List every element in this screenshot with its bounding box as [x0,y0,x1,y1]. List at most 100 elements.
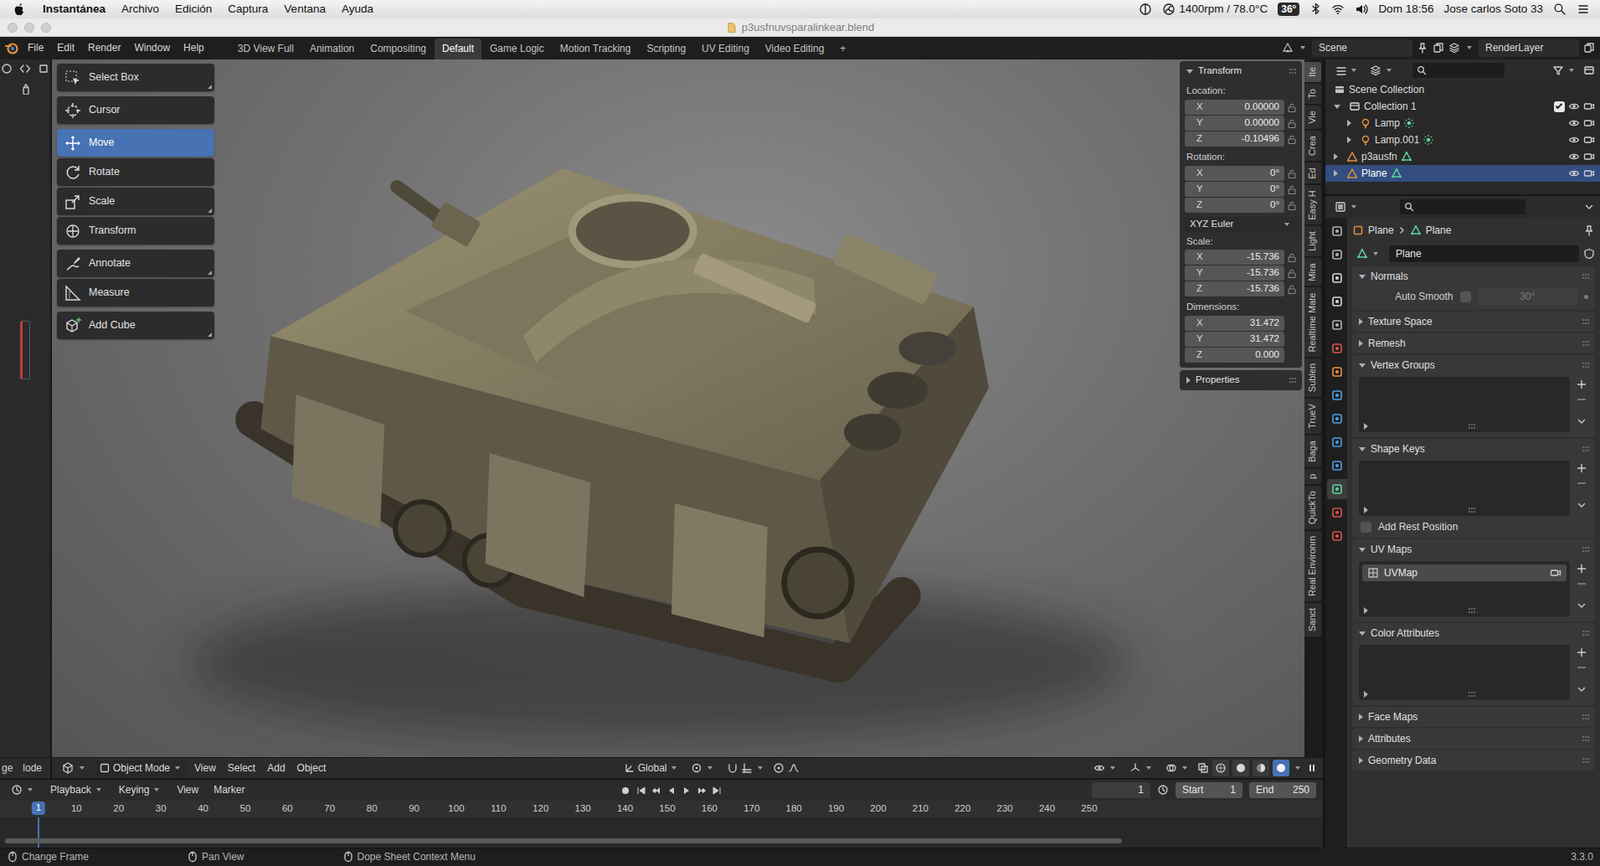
box-icon[interactable] [37,62,50,75]
dimensions-field[interactable]: Y31.472 [1184,331,1285,347]
list-box[interactable] [1358,376,1570,433]
grip-icon[interactable] [1581,756,1590,764]
user-name[interactable]: Jose carlos Soto 33 [1443,2,1544,16]
disclosure-icon[interactable] [1363,506,1369,514]
panel-header[interactable]: Shape Keys [1352,438,1595,459]
end-frame-field[interactable]: End250 [1249,781,1317,798]
start-frame-field[interactable]: Start1 [1175,781,1243,798]
light-data-icon[interactable] [1422,133,1435,146]
grip-icon[interactable] [1467,607,1477,614]
fake-user-icon[interactable] [1583,247,1595,260]
pin-icon[interactable] [1416,41,1429,54]
properties-tab[interactable] [1327,478,1348,500]
workspace-tab[interactable]: Scripting [638,38,694,60]
header-menu[interactable]: Add [262,760,289,776]
header-text[interactable]: lode [22,761,42,774]
grip-icon[interactable] [1467,506,1477,514]
keyframe-icon[interactable] [1584,294,1589,299]
rotation-mode-select[interactable]: XYZ Euler [1184,216,1297,232]
item-name[interactable]: p3ausfn [1361,150,1398,163]
dropdown-arrow-icon[interactable] [1466,46,1472,50]
panel-header[interactable]: Texture Space [1352,311,1595,332]
properties-tab[interactable] [1327,385,1348,406]
panel-header[interactable]: Color Attributes [1352,622,1595,644]
dimensions-field[interactable]: X31.472 [1184,315,1285,331]
item-name[interactable]: Scene Collection [1348,83,1425,96]
panel-header[interactable]: Normals [1352,266,1595,287]
menu-item[interactable]: Captura [227,2,268,16]
clock[interactable]: Dom 18:56 [1378,2,1434,16]
workspace-tab[interactable]: 3D View Full [230,38,302,60]
list-box[interactable] [1358,460,1570,516]
grip-icon[interactable] [1467,422,1477,430]
grip-icon[interactable] [1581,339,1590,347]
remove-icon[interactable] [1575,577,1588,590]
dropdown-arrow-icon[interactable] [707,766,713,770]
properties-tab[interactable] [1327,361,1348,382]
grip-icon[interactable] [1288,376,1297,384]
disclosure-icon[interactable] [1186,376,1191,384]
mesh-data-icon[interactable] [1390,167,1403,180]
grip-icon[interactable] [1581,361,1590,369]
outliner-row[interactable]: p3ausfn [1325,148,1600,165]
disclosure-icon[interactable] [1347,136,1352,144]
properties-tab[interactable] [1327,408,1348,429]
workspace-tab[interactable]: Motion Tracking [552,38,639,60]
menu-icon[interactable] [1575,683,1588,695]
sidebar-tab[interactable]: Real Environm [1304,530,1322,602]
more-options-icon[interactable] [207,332,212,337]
menu-icon[interactable] [1575,415,1588,428]
scale-field[interactable]: Z-15.736 [1184,281,1285,297]
workspace-tab[interactable]: Game Logic [482,38,552,60]
disclosure-icon[interactable] [1363,607,1369,614]
disclosure-icon[interactable] [1358,735,1364,742]
dropdown-arrow-icon[interactable] [79,766,85,770]
transport-button-icon[interactable] [635,784,648,797]
disclosure-icon[interactable] [1363,690,1369,698]
snap-dropdown[interactable] [722,760,770,776]
camera-icon[interactable] [1583,100,1595,113]
option-checkbox[interactable] [1360,521,1372,533]
list-box[interactable] [1358,644,1570,700]
wifi-icon[interactable] [1331,2,1345,16]
display-mode-button[interactable] [1365,62,1399,78]
rotation-field[interactable]: Z0° [1184,197,1285,213]
sidebar-tab[interactable]: Ed [1304,162,1322,184]
tool-button[interactable]: Add Cube [56,311,215,340]
disclosure-icon[interactable] [1358,547,1366,552]
remove-icon[interactable] [1575,661,1588,674]
falloff-icon[interactable] [787,761,800,774]
dropdown-arrow-icon[interactable] [1146,766,1152,770]
grip-icon[interactable] [1581,545,1590,553]
remove-icon[interactable] [1575,393,1588,406]
dropdown-arrow-icon[interactable] [1110,766,1116,770]
transport-button-icon[interactable] [680,784,693,797]
transport-button-icon[interactable] [665,784,678,797]
shading-button[interactable] [1252,759,1270,777]
fan-status[interactable]: 1400rpm / 78.0°C [1162,2,1268,16]
lock-icon[interactable] [1286,252,1297,263]
outliner-row[interactable]: Lamp.001 [1325,131,1600,149]
auto-smooth-checkbox[interactable] [1460,291,1472,303]
workspace-tab[interactable]: Video Editing [757,38,833,60]
camera-icon[interactable] [1583,167,1595,180]
eye-icon[interactable] [1568,100,1580,113]
workspace-tab[interactable]: Default [434,38,482,60]
control-center-icon[interactable] [1576,2,1590,16]
location-field[interactable]: Y0.00000 [1184,115,1285,131]
xray-icon[interactable] [1197,761,1210,774]
dropdown-arrow-icon[interactable] [1569,68,1575,73]
editor-type-button[interactable] [1330,199,1364,215]
lock-icon[interactable] [1286,102,1297,113]
disclosure-icon[interactable] [1358,713,1364,721]
disclosure-icon[interactable] [1186,69,1194,74]
dropdown-arrow-icon[interactable] [154,787,160,792]
item-name[interactable]: Lamp [1374,117,1400,129]
proportional-icon[interactable] [772,761,785,774]
location-field[interactable]: X0.00000 [1184,99,1285,115]
transport-button-icon[interactable] [650,784,663,797]
current-frame-field[interactable]: 1 [1091,781,1151,798]
pin-icon[interactable] [1583,224,1595,237]
grip-icon[interactable] [1467,690,1477,698]
window-button[interactable] [24,22,35,33]
